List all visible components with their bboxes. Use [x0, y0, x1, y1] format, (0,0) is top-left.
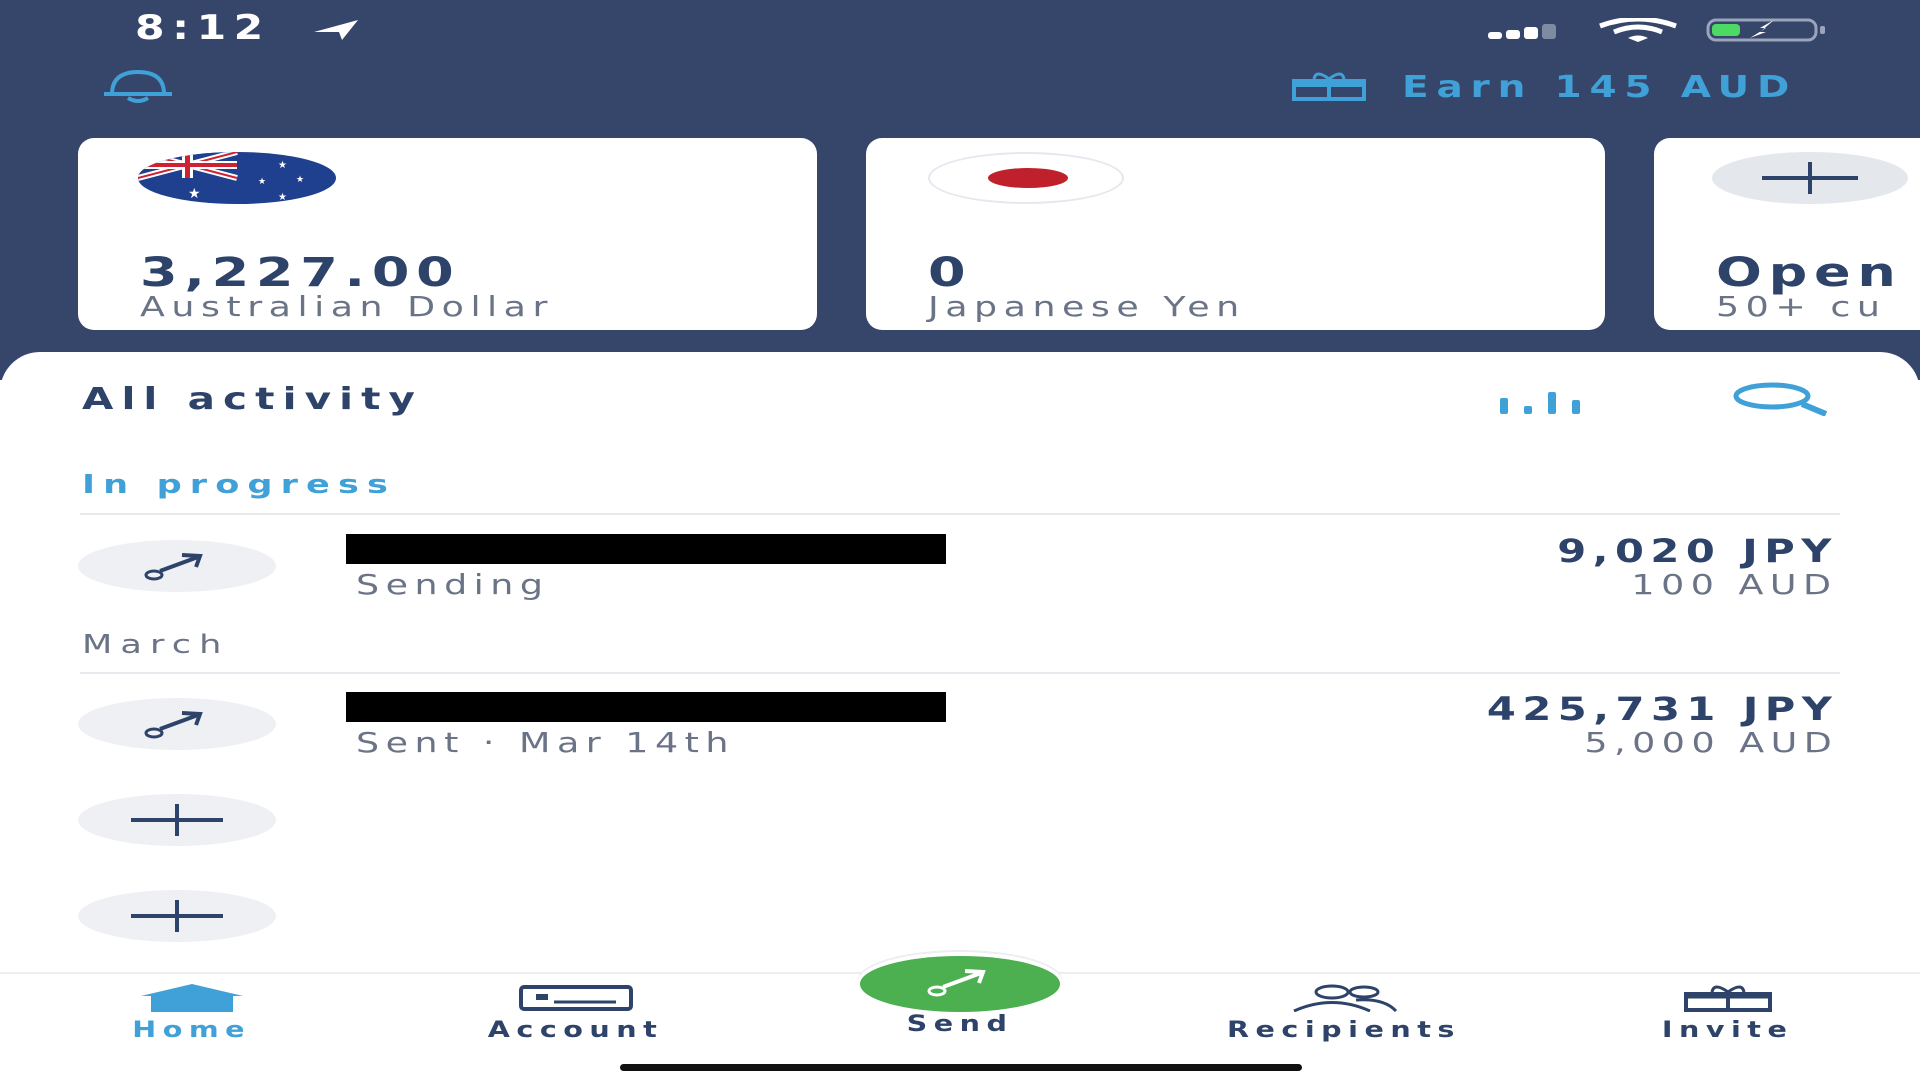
redacted-recipient-name	[346, 534, 946, 564]
gift-icon	[1680, 984, 1776, 1016]
balance-card-aud[interactable]: ★ ★ ★ ★ ★ 3,227.00 Australian Dollar	[78, 138, 817, 330]
transaction-source-amount: 100 AUD	[1631, 568, 1838, 601]
open-balance-card[interactable]: Open 50+ cu	[1654, 138, 1920, 330]
plus-placeholder-icon	[78, 890, 276, 942]
plus-icon	[1712, 152, 1908, 204]
nav-label: Home	[132, 1018, 252, 1043]
transaction-row[interactable]: Sending 9,020 JPY 100 AUD	[0, 532, 1920, 632]
transaction-row[interactable]: Sent · Mar 14th 425,731 JPY 5,000 AUD	[0, 690, 1920, 790]
send-arrow-icon	[78, 698, 276, 750]
send-arrow-icon	[78, 540, 276, 592]
plus-placeholder-icon	[78, 794, 276, 846]
cellular-signal-icon	[1488, 24, 1578, 44]
divider	[80, 672, 1840, 674]
activity-title: All activity	[82, 382, 424, 417]
japan-flag-icon	[928, 152, 1124, 204]
battery-icon	[1706, 18, 1828, 46]
transaction-status: Sending	[356, 568, 550, 601]
nav-recipients[interactable]: Recipients	[1224, 984, 1464, 1043]
account-card-icon	[518, 984, 634, 1016]
section-march-label: March	[82, 630, 230, 660]
nav-send[interactable]: Send	[840, 1010, 1080, 1037]
transaction-target-amount: 9,020 JPY	[1557, 532, 1838, 570]
send-arrow-icon	[925, 967, 995, 1001]
send-fab-button[interactable]	[860, 956, 1060, 1012]
status-bar: 8:12	[0, 0, 1920, 70]
nav-label: Invite	[1662, 1018, 1794, 1043]
home-icon	[137, 984, 247, 1016]
gift-icon	[1290, 71, 1368, 105]
nav-account[interactable]: Account	[456, 984, 696, 1043]
balance-currency-name: Australian Dollar	[140, 290, 554, 323]
nav-label: Recipients	[1227, 1018, 1461, 1043]
section-in-progress-label: In progress	[82, 470, 396, 500]
transaction-status: Sent · Mar 14th	[356, 726, 735, 759]
insights-chart-icon[interactable]	[1496, 388, 1586, 418]
svg-text:★: ★	[296, 175, 304, 185]
earn-label: Earn 145 AUD	[1402, 70, 1798, 105]
svg-text:★: ★	[188, 186, 201, 202]
nav-label: Send	[906, 1012, 1014, 1037]
nav-invite[interactable]: Invite	[1608, 984, 1848, 1043]
status-time: 8:12	[135, 8, 271, 48]
svg-text:★: ★	[278, 192, 287, 203]
location-arrow-icon	[312, 18, 362, 46]
home-indicator	[620, 1064, 1302, 1071]
transaction-target-amount: 425,731 JPY	[1486, 690, 1838, 728]
wifi-icon	[1598, 16, 1678, 46]
notifications-bell-icon[interactable]	[98, 68, 178, 108]
transaction-source-amount: 5,000 AUD	[1584, 726, 1838, 759]
divider	[80, 513, 1840, 515]
nav-label: Account	[488, 1018, 664, 1043]
search-icon[interactable]	[1730, 382, 1830, 420]
balance-currency-name: Japanese Yen	[928, 290, 1246, 323]
earn-rewards-link[interactable]: Earn 145 AUD	[1290, 70, 1789, 105]
nav-home[interactable]: Home	[72, 984, 312, 1043]
balance-card-jpy[interactable]: 0 Japanese Yen	[866, 138, 1605, 330]
recipients-icon	[1284, 984, 1404, 1016]
svg-text:★: ★	[258, 177, 266, 187]
svg-text:★: ★	[278, 160, 287, 171]
australia-flag-icon: ★ ★ ★ ★ ★	[138, 152, 336, 204]
redacted-recipient-name	[346, 692, 946, 722]
open-balance-subtitle: 50+ cu	[1716, 290, 1887, 323]
